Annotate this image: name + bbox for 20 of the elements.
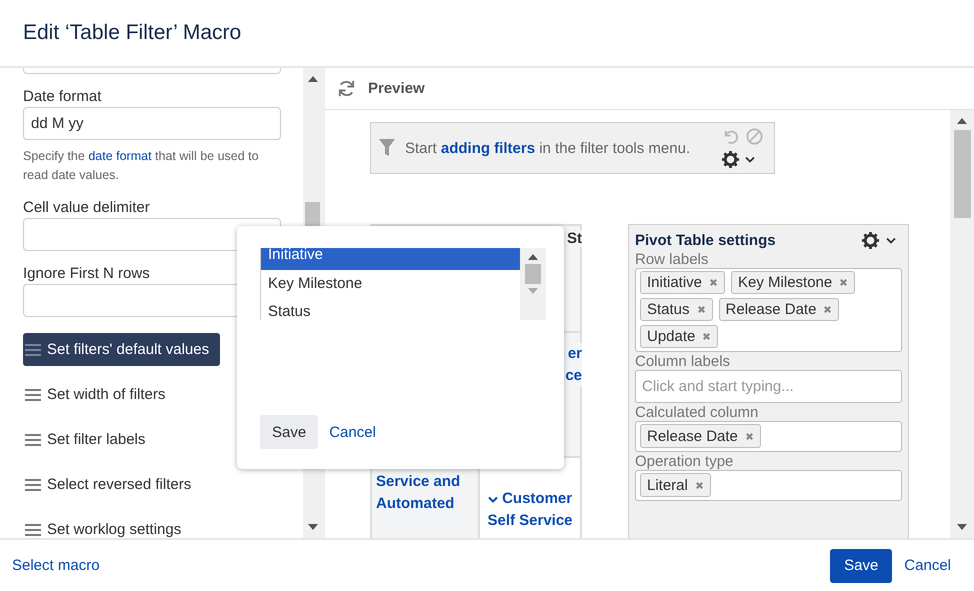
tag: Update (640, 325, 718, 348)
tag: Key Milestone (731, 271, 856, 294)
tag: Status (640, 298, 713, 321)
column-header: St (567, 230, 582, 247)
tag: Release Date (640, 424, 761, 448)
filter-hint: Start adding filters in the filter tools menu. (405, 140, 690, 156)
section-label: Row labels (635, 251, 710, 268)
tag: Initiative (640, 271, 726, 294)
section-label: Calculated column (635, 404, 760, 421)
help-text: Specify the date format that will be used to read date values. (23, 148, 260, 184)
preview-title: Preview (368, 80, 425, 97)
field-label: Ignore First N rows (23, 265, 151, 282)
field-label: Cell value delimiter (23, 199, 151, 216)
panel-title: Pivot Table settings (635, 232, 776, 249)
tag: Release Date (718, 298, 840, 321)
section-label: Column labels (635, 353, 732, 370)
tag: Literal (640, 473, 711, 497)
field-label: Date format (23, 88, 102, 105)
section-label: Operation type (635, 453, 734, 470)
dialog-title: Edit ‘Table Filter’ Macro (23, 21, 242, 45)
